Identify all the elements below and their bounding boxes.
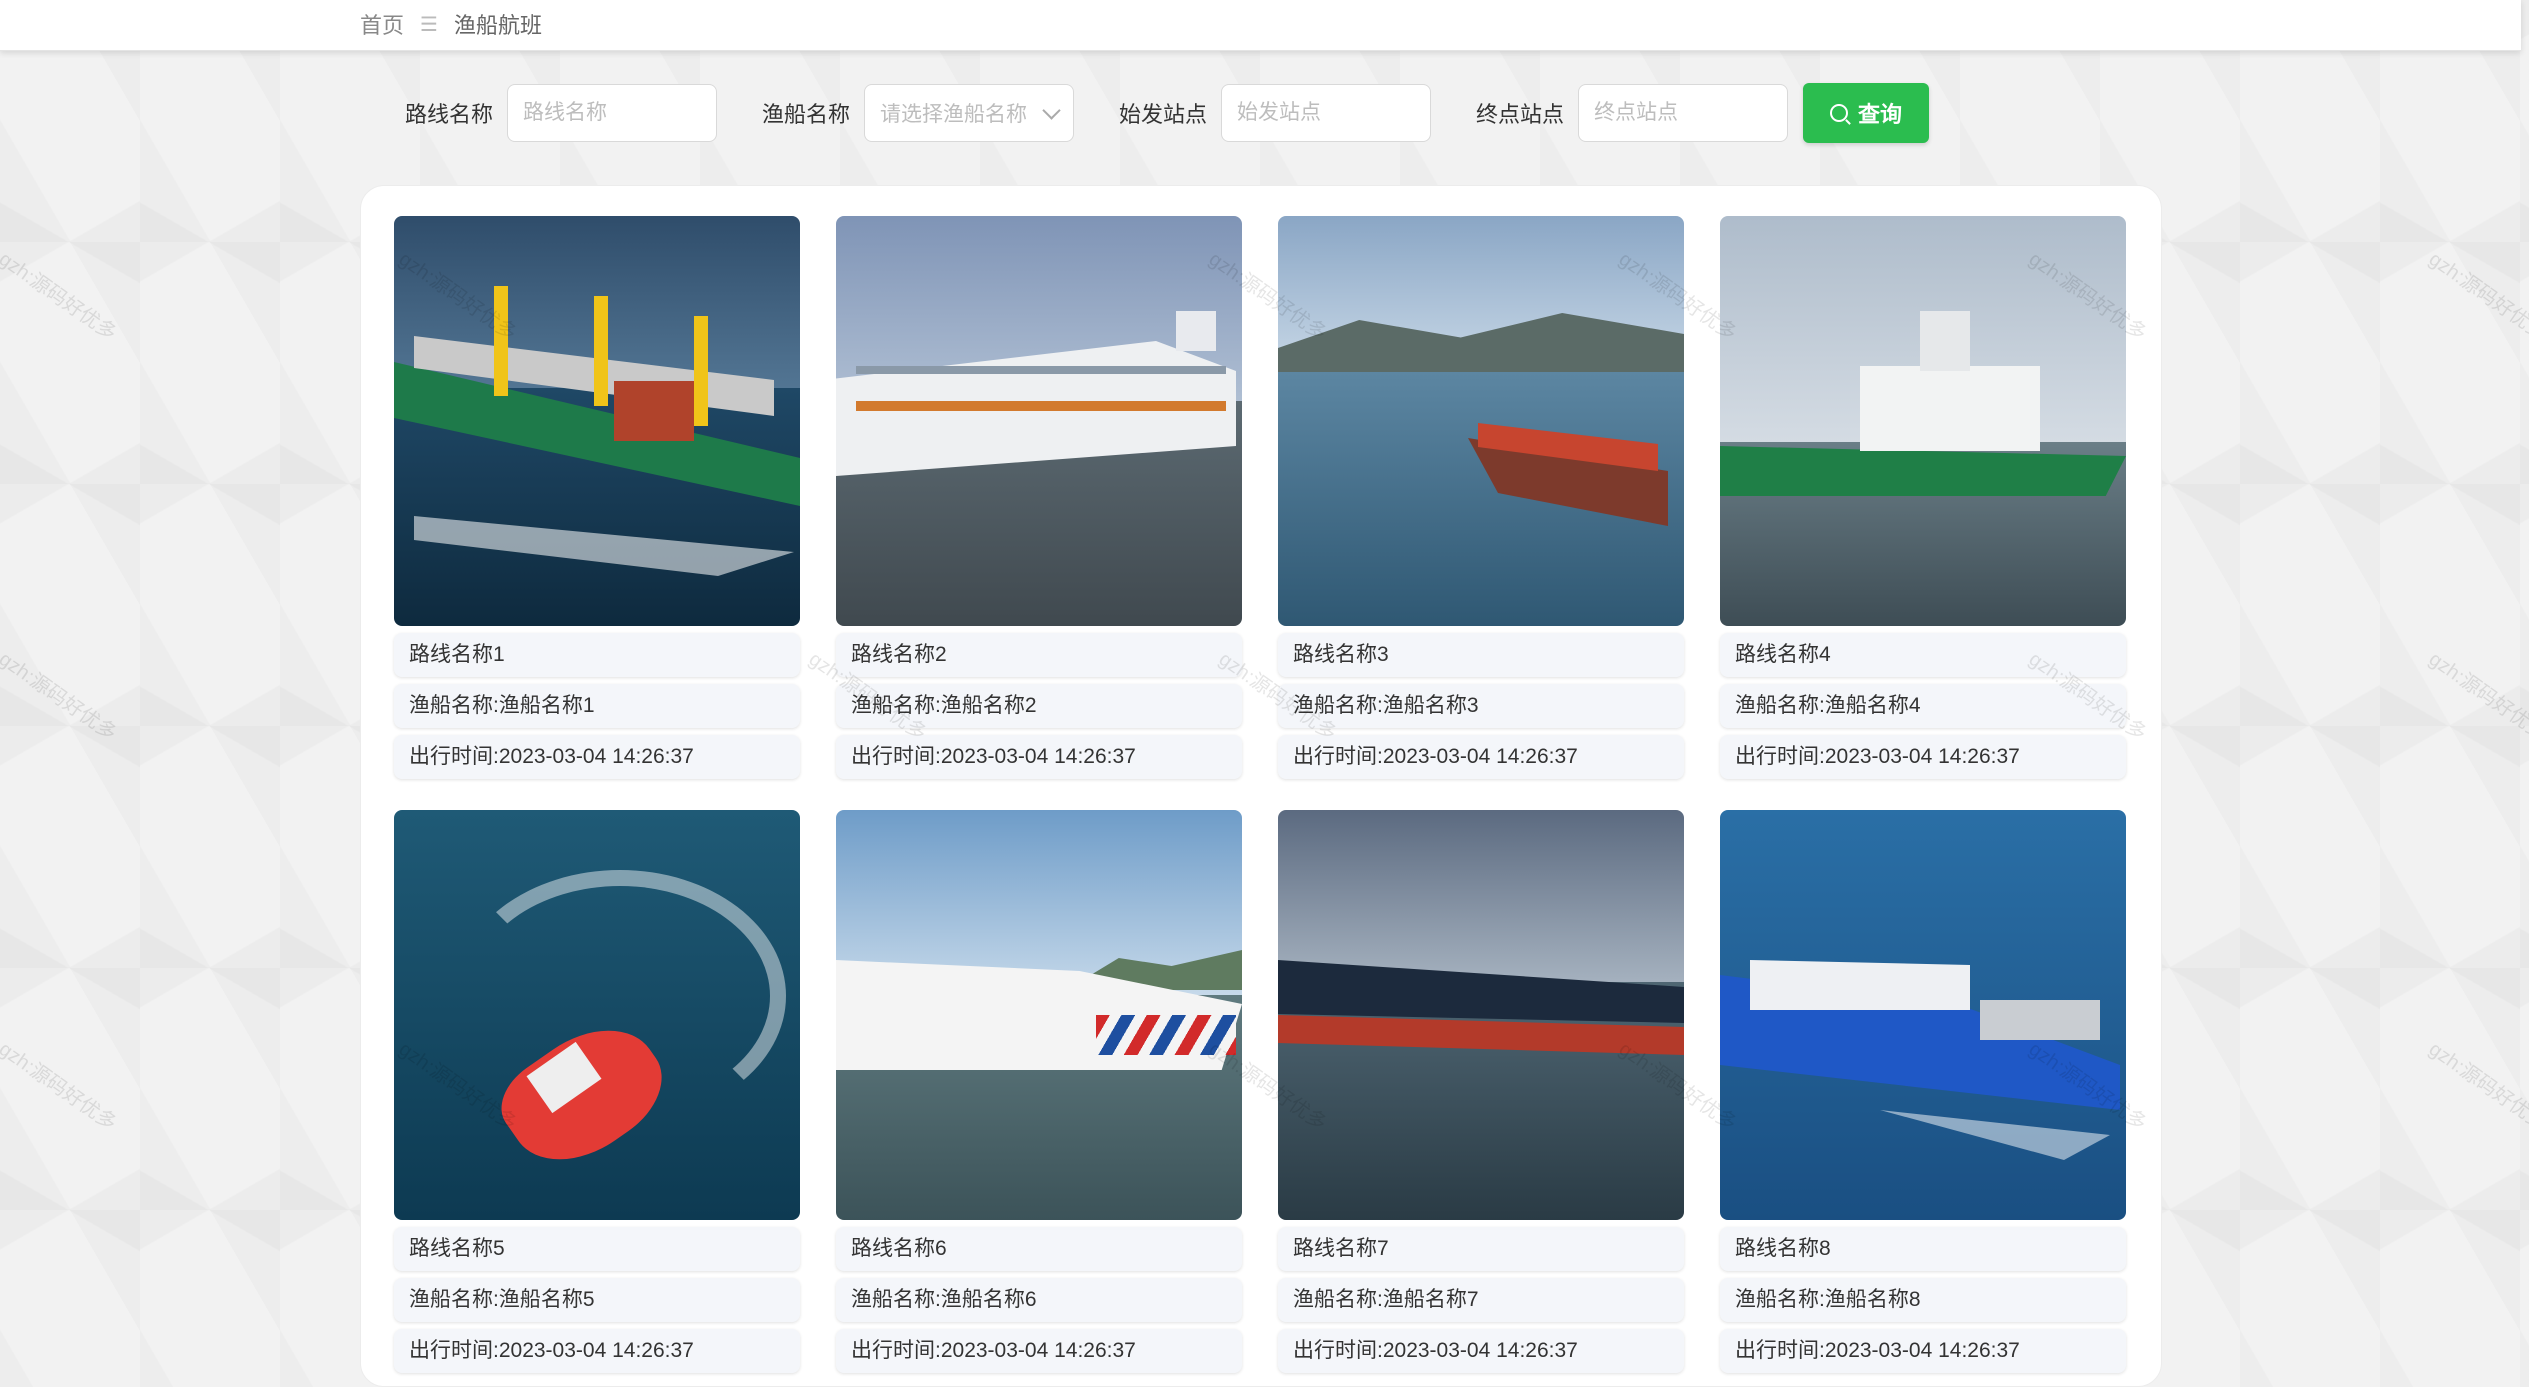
route-name: 路线名称1 [394, 633, 800, 677]
top-bar: 首页 ☰ 渔船航班 [0, 0, 2521, 51]
boat-name: 渔船名称:渔船名称3 [1278, 684, 1684, 728]
ship-image[interactable] [394, 810, 800, 1220]
voyage-card[interactable]: 路线名称4 渔船名称:渔船名称4 出行时间:2023-03-04 14:26:3… [1720, 216, 2126, 779]
boat-name: 渔船名称:渔船名称2 [836, 684, 1242, 728]
breadcrumb-home[interactable]: 首页 [360, 8, 404, 40]
departure-time: 出行时间:2023-03-04 14:26:37 [1720, 735, 2126, 779]
end-label: 终点站点 [1476, 102, 1565, 127]
breadcrumb-separator-icon: ☰ [420, 13, 438, 36]
voyage-card[interactable]: 路线名称6 渔船名称:渔船名称6 出行时间:2023-03-04 14:26:3… [836, 810, 1242, 1373]
route-name: 路线名称8 [1720, 1227, 2126, 1271]
watermark: gzh:源码好优多 [0, 1038, 121, 1136]
start-label: 始发站点 [1119, 102, 1208, 127]
departure-time: 出行时间:2023-03-04 14:26:37 [1278, 735, 1684, 779]
voyage-card[interactable]: 路线名称8 渔船名称:渔船名称8 出行时间:2023-03-04 14:26:3… [1720, 810, 2126, 1373]
search-icon [1830, 104, 1849, 122]
boat-select-placeholder: 请选择渔船名称 [880, 103, 1028, 126]
boat-name: 渔船名称:渔船名称6 [836, 1278, 1242, 1322]
watermark: gzh:源码好优多 [2424, 648, 2529, 746]
boat-name: 渔船名称:渔船名称7 [1278, 1278, 1684, 1322]
breadcrumb-current: 渔船航班 [453, 13, 542, 38]
ship-image[interactable] [1720, 810, 2126, 1220]
query-button[interactable]: 查询 [1803, 83, 1930, 143]
departure-time: 出行时间:2023-03-04 14:26:37 [836, 1329, 1242, 1373]
ship-image[interactable] [1720, 216, 2126, 626]
route-name: 路线名称2 [836, 633, 1242, 677]
ship-image[interactable] [836, 216, 1242, 626]
ship-image[interactable] [836, 810, 1242, 1220]
search-form: 路线名称 渔船名称 请选择渔船名称 始发站点 终点站点 查询 [405, 83, 1930, 143]
departure-time: 出行时间:2023-03-04 14:26:37 [836, 735, 1242, 779]
breadcrumb: 首页 ☰ 渔船航班 [360, 8, 542, 40]
boat-name: 渔船名称:渔船名称8 [1720, 1278, 2126, 1322]
route-field: 路线名称 [405, 84, 718, 142]
chevron-down-icon [1042, 100, 1061, 120]
departure-time: 出行时间:2023-03-04 14:26:37 [1278, 1329, 1684, 1373]
route-name: 路线名称5 [394, 1227, 800, 1271]
voyage-card[interactable]: 路线名称7 渔船名称:渔船名称7 出行时间:2023-03-04 14:26:3… [1278, 810, 1684, 1373]
voyage-card[interactable]: 路线名称5 渔船名称:渔船名称5 出行时间:2023-03-04 14:26:3… [394, 810, 800, 1373]
departure-time: 出行时间:2023-03-04 14:26:37 [394, 1329, 800, 1373]
boat-field: 渔船名称 请选择渔船名称 [762, 84, 1075, 142]
ship-image[interactable] [394, 216, 800, 626]
start-input[interactable] [1221, 84, 1432, 142]
watermark: gzh:源码好优多 [2424, 248, 2529, 346]
route-input[interactable] [507, 84, 718, 142]
boat-name: 渔船名称:渔船名称1 [394, 684, 800, 728]
route-name: 路线名称3 [1278, 633, 1684, 677]
route-name: 路线名称7 [1278, 1227, 1684, 1271]
route-name: 路线名称6 [836, 1227, 1242, 1271]
watermark: gzh:源码好优多 [0, 248, 121, 346]
voyage-card[interactable]: 路线名称1 渔船名称:渔船名称1 出行时间:2023-03-04 14:26:3… [394, 216, 800, 779]
boat-select[interactable]: 请选择渔船名称 [864, 84, 1075, 142]
departure-time: 出行时间:2023-03-04 14:26:37 [394, 735, 800, 779]
end-input[interactable] [1578, 84, 1789, 142]
route-label: 路线名称 [405, 102, 494, 127]
voyage-card[interactable]: 路线名称3 渔船名称:渔船名称3 出行时间:2023-03-04 14:26:3… [1278, 216, 1684, 779]
watermark: gzh:源码好优多 [0, 648, 121, 746]
voyage-card[interactable]: 路线名称2 渔船名称:渔船名称2 出行时间:2023-03-04 14:26:3… [836, 216, 1242, 779]
boat-name: 渔船名称:渔船名称4 [1720, 684, 2126, 728]
query-button-label: 查询 [1858, 102, 1903, 127]
boat-label: 渔船名称 [762, 102, 851, 127]
route-name: 路线名称4 [1720, 633, 2126, 677]
departure-time: 出行时间:2023-03-04 14:26:37 [1720, 1329, 2126, 1373]
boat-name: 渔船名称:渔船名称5 [394, 1278, 800, 1322]
results-panel: 路线名称1 渔船名称:渔船名称1 出行时间:2023-03-04 14:26:3… [360, 185, 2162, 1387]
ship-image[interactable] [1278, 216, 1684, 626]
start-field: 始发站点 [1119, 84, 1432, 142]
watermark: gzh:源码好优多 [2424, 1038, 2529, 1136]
ship-image[interactable] [1278, 810, 1684, 1220]
end-field: 终点站点 [1476, 84, 1789, 142]
